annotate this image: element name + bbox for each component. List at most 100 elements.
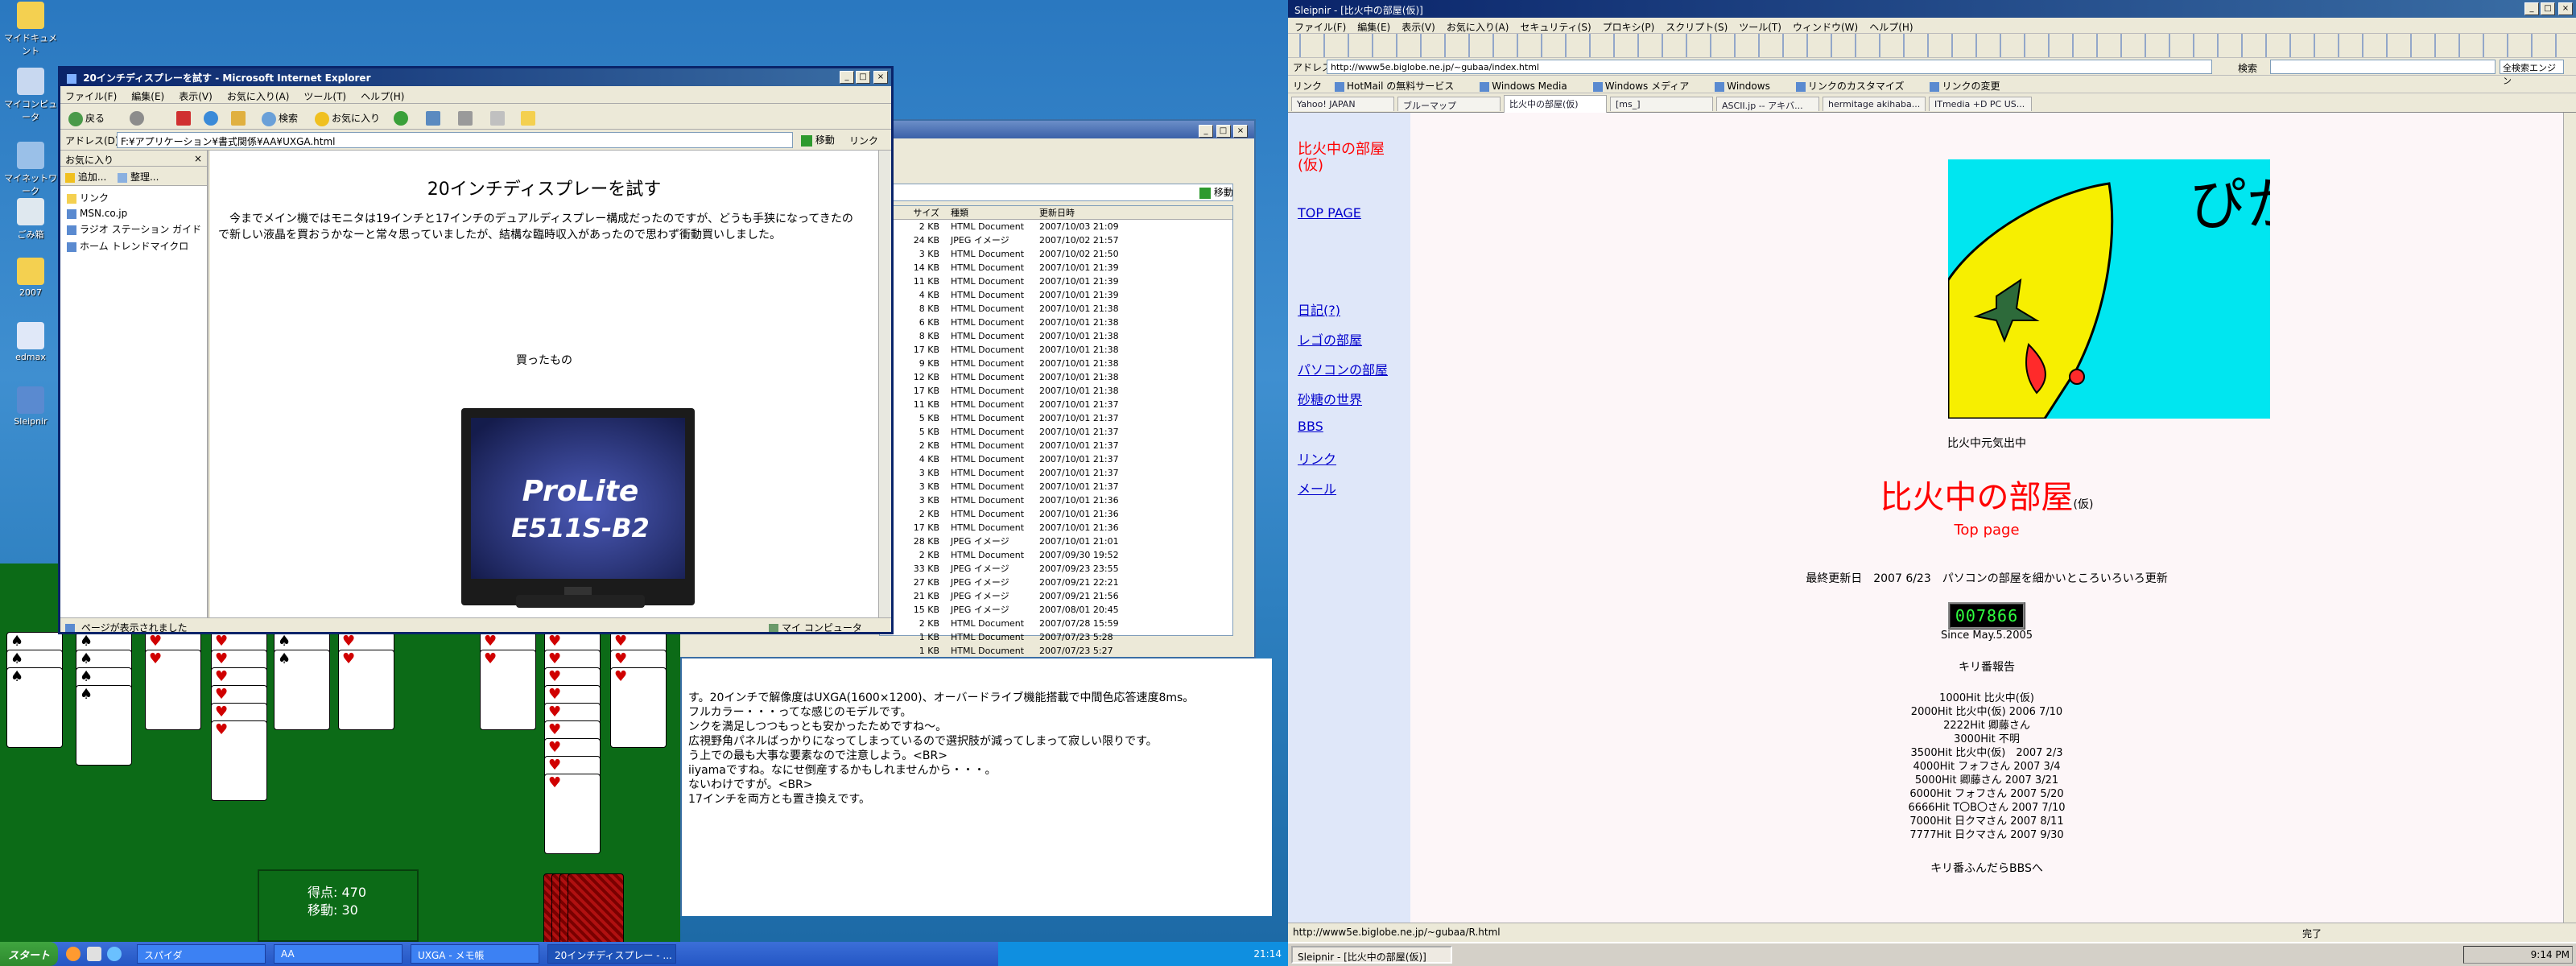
file-row[interactable]: 2 KB HTML Document 2007/09/30 19:52 — [880, 548, 1232, 562]
playing-card[interactable]: ♥ — [610, 667, 667, 748]
history-button[interactable] — [390, 109, 414, 126]
clock[interactable]: 9:14 PM — [2531, 949, 2570, 960]
file-row[interactable]: 28 KB JPEG イメージ 2007/10/01 21:01 — [880, 535, 1232, 548]
file-row[interactable]: 1 KB HTML Document 2007/07/23 5:27 — [880, 644, 1232, 658]
browser-tab[interactable]: ITmedia +D PC US... — [1929, 97, 2032, 111]
media-icon[interactable] — [107, 947, 122, 961]
file-row[interactable]: 4 KB HTML Document 2007/10/01 21:39 — [880, 288, 1232, 302]
browser-tab[interactable]: Yahoo! JAPAN — [1291, 97, 1394, 111]
browser-tab[interactable]: hermitage akihaba... — [1823, 97, 1926, 111]
taskbar-button-ie[interactable]: 20インチディスプレー - ... — [547, 944, 676, 964]
nav-link[interactable]: メール — [1298, 478, 1336, 497]
sleipnir-menu-item[interactable]: ツール(T) — [1739, 22, 1781, 33]
file-row[interactable]: 24 KB JPEG イメージ 2007/10/02 21:57 — [880, 233, 1232, 247]
nav-link[interactable]: 砂糖の世界 — [1298, 389, 1362, 408]
folder-address-input[interactable] — [879, 184, 1233, 201]
file-row[interactable]: 1 KB HTML Document 2007/07/23 5:28 — [880, 630, 1232, 644]
link-bar-item[interactable]: Windows メディア — [1592, 80, 1703, 92]
file-row[interactable]: 6 KB HTML Document 2007/10/01 21:38 — [880, 316, 1232, 329]
file-row[interactable]: 15 KB JPEG イメージ 2007/08/01 20:45 — [880, 603, 1232, 617]
address-input[interactable]: F:¥アプリケーション¥書式関係¥AA¥UXGA.html — [117, 132, 793, 148]
file-row[interactable]: 3 KB HTML Document 2007/10/02 21:50 — [880, 247, 1232, 261]
browser-tab[interactable]: [ms_] — [1610, 97, 1713, 111]
desktop-icon-item[interactable]: マイドキュメント — [2, 2, 60, 57]
close-icon[interactable]: × — [1233, 125, 1248, 138]
clock[interactable]: 21:14 — [1253, 948, 1282, 960]
favorites-button[interactable]: お気に入り — [312, 109, 383, 126]
file-list[interactable]: サイズ 種類 更新日時 2 KB HTML Document 2007/10/03 21… — [879, 205, 1233, 656]
sleipnir-menu-item[interactable]: セキュリティ(S) — [1520, 22, 1591, 33]
file-row[interactable]: 8 KB HTML Document 2007/10/01 21:38 — [880, 302, 1232, 316]
folder-button[interactable] — [518, 109, 541, 126]
go-button[interactable]: 移動 — [801, 133, 835, 147]
file-row[interactable]: 5 KB HTML Document 2007/10/01 21:37 — [880, 425, 1232, 439]
playing-card[interactable]: ♠ — [6, 667, 63, 748]
ie-menu-item[interactable]: ツール(T) — [303, 91, 346, 102]
browser-icon[interactable] — [66, 947, 80, 961]
refresh-button[interactable] — [200, 109, 224, 126]
edit-button[interactable] — [487, 109, 510, 126]
file-row[interactable]: 17 KB HTML Document 2007/10/01 21:36 — [880, 521, 1232, 535]
search-button[interactable]: 検索 — [258, 109, 301, 126]
playing-card[interactable]: ♥ — [145, 650, 201, 730]
home-button[interactable] — [228, 109, 251, 126]
ie-vertical-scrollbar[interactable] — [878, 151, 891, 617]
desktop-icon-item[interactable]: マイコンピュータ — [2, 68, 60, 123]
file-row[interactable]: 12 KB HTML Document 2007/10/01 21:38 — [880, 370, 1232, 384]
address-input[interactable]: http://www5e.biglobe.ne.jp/~gubaa/index.… — [1327, 60, 2212, 74]
file-row[interactable]: 5 KB HTML Document 2007/10/01 21:37 — [880, 411, 1232, 425]
link-bar-item[interactable]: リンクのカスタマイズ — [1795, 80, 1918, 92]
file-row[interactable]: 4 KB HTML Document 2007/10/01 21:37 — [880, 452, 1232, 466]
notepad-text-area[interactable]: す。20インチで解像度はUXGA(1600×1200)、オーバードライブ機能搭載… — [680, 658, 1272, 916]
file-row[interactable]: 33 KB JPEG イメージ 2007/09/23 23:55 — [880, 562, 1232, 576]
ie-menu-item[interactable]: ファイル(F) — [65, 91, 117, 102]
nav-link[interactable]: 日記(?) — [1298, 299, 1340, 319]
column-date[interactable]: 更新日時 — [1033, 206, 1137, 220]
stock-pile[interactable] — [543, 873, 664, 942]
desktop-icon-item[interactable]: 2007 — [2, 258, 60, 298]
ie-menu-item[interactable]: 編集(E) — [131, 91, 164, 102]
sleipnir-toolbar[interactable] — [1288, 34, 2576, 58]
nav-link[interactable]: BBS — [1298, 419, 1323, 434]
sleipnir-menu-item[interactable]: ファイル(F) — [1294, 22, 1346, 33]
sleipnir-menu-item[interactable]: 表示(V) — [1402, 22, 1435, 33]
file-row[interactable]: 9 KB HTML Document 2007/10/01 21:38 — [880, 357, 1232, 370]
playing-card[interactable]: ♠ — [274, 650, 330, 730]
file-row[interactable]: 2 KB HTML Document 2007/10/03 21:09 — [880, 220, 1232, 233]
taskbar-button-notepad[interactable]: UXGA - メモ帳 — [411, 944, 539, 964]
stop-button[interactable] — [173, 109, 196, 126]
start-button[interactable]: スタート — [0, 942, 58, 966]
link-bar-item[interactable]: リンクの変更 — [1930, 80, 2013, 92]
ie-menu-item[interactable]: お気に入り(A) — [227, 91, 290, 102]
favorite-item[interactable]: ホーム トレンドマイクロ — [60, 237, 207, 254]
desktop-icon[interactable] — [86, 947, 101, 961]
file-row[interactable]: 2 KB HTML Document 2007/10/01 21:36 — [880, 507, 1232, 521]
browser-tab[interactable]: ASCII.jp -- アキバ... — [1716, 97, 1819, 111]
playing-card[interactable]: ♠ — [76, 685, 132, 766]
browser-tab[interactable]: 比火中の部屋(仮) — [1504, 95, 1607, 113]
ie-menu-item[interactable]: ヘルプ(H) — [361, 91, 404, 102]
maximize-icon[interactable]: □ — [2541, 2, 2555, 15]
desktop-icon-item[interactable]: ごみ箱 — [2, 198, 60, 241]
sleipnir-menu-item[interactable]: お気に入り(A) — [1447, 22, 1509, 33]
print-button[interactable] — [455, 109, 478, 126]
maximize-icon[interactable]: □ — [1216, 125, 1231, 138]
desktop-icon-item[interactable]: edmax — [2, 322, 60, 362]
mail-button[interactable] — [423, 109, 446, 126]
sleipnir-menu-item[interactable]: ウィンドウ(W) — [1793, 22, 1858, 33]
nav-link[interactable]: パソコンの部屋 — [1298, 359, 1388, 378]
nav-link[interactable]: レゴの部屋 — [1298, 329, 1362, 349]
file-row[interactable]: 2 KB HTML Document 2007/07/28 15:59 — [880, 617, 1232, 630]
sleipnir-titlebar[interactable]: Sleipnir - [比火中の部屋(仮)] — [1288, 0, 2576, 18]
search-engine-select[interactable]: 全検索エンジン — [2500, 60, 2564, 86]
nav-link-top-page[interactable]: TOP PAGE — [1298, 205, 1361, 221]
add-favorite-button[interactable]: 追加... — [65, 171, 106, 183]
ie-titlebar[interactable]: 20インチディスプレーを試す - Microsoft Internet Expl… — [60, 68, 891, 86]
forward-button[interactable] — [126, 109, 150, 126]
file-row[interactable]: 17 KB HTML Document 2007/10/01 21:38 — [880, 343, 1232, 357]
page-vertical-scrollbar[interactable] — [2563, 113, 2576, 923]
close-icon[interactable]: × — [2558, 2, 2573, 15]
minimize-icon[interactable]: _ — [1199, 125, 1213, 138]
favorite-item[interactable]: MSN.co.jp — [60, 206, 207, 221]
minimize-icon[interactable]: _ — [840, 71, 854, 84]
